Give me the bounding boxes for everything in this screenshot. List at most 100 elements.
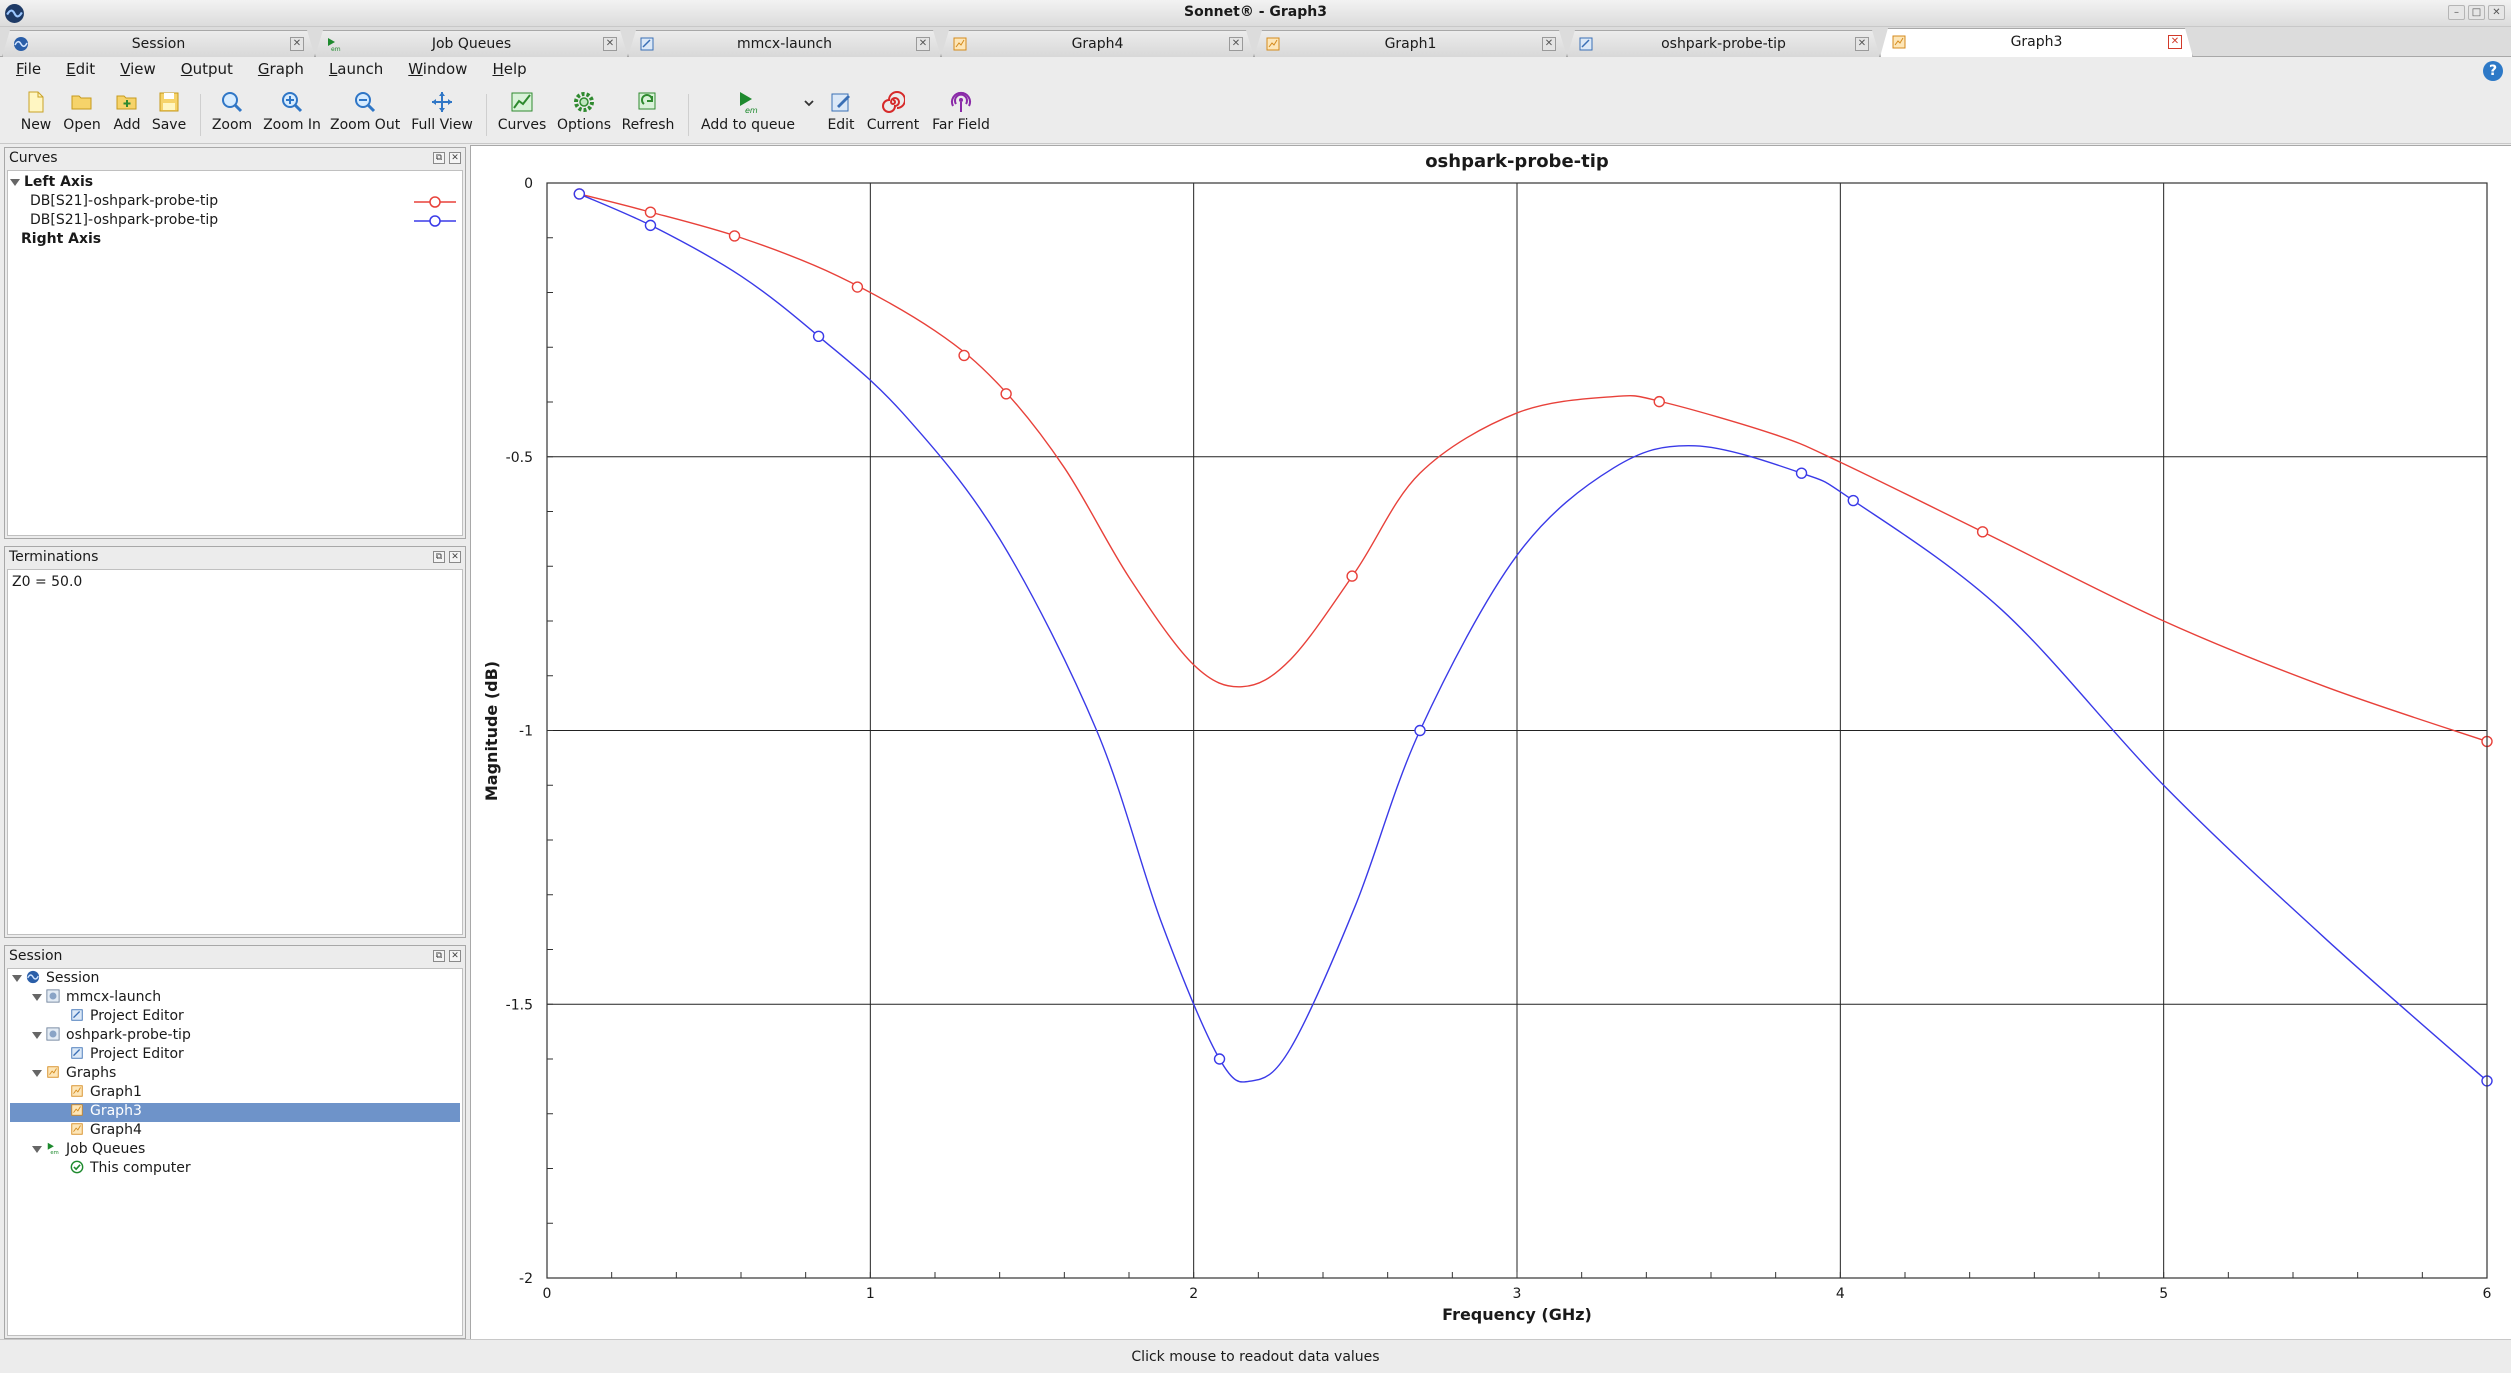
curve-item-2[interactable]: DB[S21]-oshpark-probe-tip [30,212,462,231]
expand-triangle-icon[interactable] [12,974,22,982]
tab-close-icon[interactable]: ✕ [603,37,617,51]
em-run-icon: em [740,92,758,114]
data-point-marker[interactable] [728,230,741,242]
full-view-button[interactable]: Full View [408,90,476,142]
menu-launch[interactable]: Launch [313,60,392,78]
new-button[interactable]: New [18,90,54,142]
session-tree: Session mmcx-launch Project Editor oshpa… [7,968,463,1336]
tab-oshpark-probe-tip[interactable]: oshpark-probe-tip ✕ [1567,30,1880,57]
data-point-marker[interactable] [1000,388,1012,400]
menu-output[interactable]: Output [165,60,242,78]
grid-layer [546,182,2488,1279]
close-panel-icon[interactable]: ✕ [449,551,461,563]
expand-triangle-icon[interactable] [10,178,20,186]
close-window-button[interactable]: ✕ [2488,5,2505,20]
menu-edit[interactable]: Edit [50,60,104,78]
graph-area[interactable]: oshpark-probe-tip Frequency (GHz) Magnit… [470,145,2511,1339]
float-panel-icon[interactable]: ⧉ [433,551,445,563]
s-parameter-chart[interactable]: oshpark-probe-tip Frequency (GHz) Magnit… [471,146,2511,1340]
minimize-button[interactable]: – [2448,5,2465,20]
zoom-in-button[interactable]: Zoom In [262,90,322,142]
tree-node-mmcx-project-editor[interactable]: Project Editor [70,1008,184,1027]
tab-job-queues[interactable]: em Job Queues ✕ [315,30,628,57]
tree-node-graph3[interactable]: Graph3 [10,1103,460,1122]
tab-close-icon[interactable]: ✕ [1542,37,1556,51]
data-point-marker[interactable] [573,188,586,200]
expand-triangle-icon[interactable] [32,1145,42,1153]
tab-close-icon[interactable]: ✕ [916,37,930,51]
add-to-queue-dropdown[interactable] [800,90,818,142]
data-point-marker[interactable] [644,206,657,218]
zoom-out-button[interactable]: Zoom Out [330,90,400,142]
float-panel-icon[interactable]: ⧉ [433,152,445,164]
menu-window[interactable]: Window [392,60,476,78]
maximize-button[interactable]: □ [2468,5,2485,20]
svg-text:em: em [50,1150,58,1155]
session-icon [13,36,29,52]
data-point-marker[interactable] [812,330,825,343]
tab-graph4[interactable]: Graph4 ✕ [941,30,1254,57]
float-panel-icon[interactable]: ⧉ [433,950,445,962]
blue-curve-swatch-icon [414,215,456,227]
tab-graph1[interactable]: Graph1 ✕ [1254,30,1567,57]
add-button[interactable]: Add [110,90,144,142]
tab-session[interactable]: Session ✕ [2,30,315,57]
open-folder-icon [71,95,92,110]
tree-node-oshpark-probe-tip[interactable]: oshpark-probe-tip [32,1027,191,1046]
tab-close-icon[interactable]: ✕ [2168,35,2182,49]
data-point-marker[interactable] [1653,395,1665,408]
edit-button[interactable]: Edit [824,90,858,142]
save-button[interactable]: Save [150,90,188,142]
tree-node-graph4[interactable]: Graph4 [70,1122,142,1141]
menu-help[interactable]: Help [476,60,535,78]
tab-graph3[interactable]: Graph3 ✕ [1880,28,2193,57]
data-point-marker[interactable] [1795,467,1808,479]
data-point-marker[interactable] [958,349,970,362]
data-point-marker[interactable] [1847,494,1859,507]
expand-triangle-icon[interactable] [32,993,42,1001]
curves-button[interactable]: Curves [496,90,548,142]
help-icon[interactable]: ? [2483,61,2503,81]
close-panel-icon[interactable]: ✕ [449,950,461,962]
check-circle-icon [70,1160,84,1174]
project-editor-icon [71,1047,83,1059]
data-point-marker[interactable] [1213,1053,1226,1065]
session-panel-title: Session [9,948,63,964]
tree-node-this-computer[interactable]: This computer [70,1160,191,1179]
tree-node-job-queues[interactable]: em Job Queues [32,1141,145,1160]
menu-file[interactable]: File [0,60,50,78]
save-icon [159,92,179,112]
zoom-button[interactable]: Zoom [210,90,254,142]
data-point-marker[interactable] [1346,570,1358,582]
right-axis-node[interactable]: Right Axis [21,231,101,250]
add-to-queue-button[interactable]: em Add to queue [700,90,796,142]
expand-triangle-icon[interactable] [32,1031,42,1039]
series-line-1[interactable] [579,193,2488,743]
tab-close-icon[interactable]: ✕ [290,37,304,51]
current-button[interactable]: Current [866,90,920,142]
curve-item-1[interactable]: DB[S21]-oshpark-probe-tip [30,193,462,212]
tree-node-osh-project-editor[interactable]: Project Editor [70,1046,184,1065]
tree-node-graphs[interactable]: Graphs [32,1065,116,1084]
options-button[interactable]: Options [556,90,612,142]
data-point-marker[interactable] [1414,724,1426,737]
menu-view[interactable]: View [104,60,165,78]
data-point-marker[interactable] [1976,526,1989,538]
tree-node-graph1[interactable]: Graph1 [70,1084,142,1103]
data-point-marker[interactable] [851,281,864,293]
x-tick-label: 0 [543,1286,552,1302]
open-button[interactable]: Open [62,90,102,142]
expand-triangle-icon[interactable] [32,1069,42,1077]
tab-close-icon[interactable]: ✕ [1855,37,1869,51]
menu-graph[interactable]: Graph [242,60,313,78]
tab-close-icon[interactable]: ✕ [1229,37,1243,51]
refresh-button[interactable]: Refresh [620,90,676,142]
close-panel-icon[interactable]: ✕ [449,152,461,164]
document-tab-bar: Session ✕ em Job Queues ✕ mmcx-launch ✕ … [0,27,2511,57]
far-field-button[interactable]: Far Field [930,90,992,142]
left-axis-node[interactable]: Left Axis [10,174,93,193]
tree-node-mmcx-launch[interactable]: mmcx-launch [32,989,161,1008]
tab-mmcx-launch[interactable]: mmcx-launch ✕ [628,30,941,57]
tree-node-session[interactable]: Session [12,970,99,989]
data-point-marker[interactable] [644,219,657,232]
